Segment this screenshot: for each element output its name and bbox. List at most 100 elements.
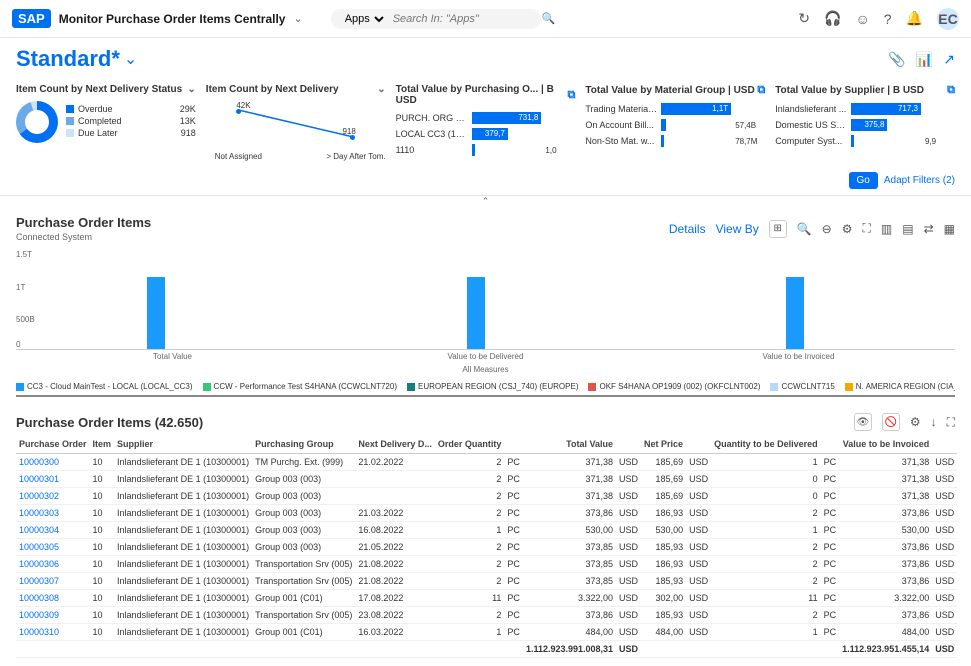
collapse-handle[interactable]: ⌃	[0, 195, 971, 207]
export-icon[interactable]: ↓	[931, 415, 937, 429]
legend-item[interactable]: EUROPEAN REGION (CSJ_740) (EUROPE)	[407, 382, 578, 391]
col-header[interactable]: Purchasing Group	[252, 435, 355, 454]
table-row[interactable]: 1000030210Inlandslieferant DE 1 (1030000…	[16, 488, 957, 505]
barchart-icon[interactable]: ▥	[881, 222, 892, 236]
legend-item[interactable]: CCWCLNT715	[770, 382, 834, 391]
cell[interactable]: 10000305	[16, 539, 90, 556]
cell[interactable]: 10000306	[16, 556, 90, 573]
bell-icon[interactable]: 🔔	[906, 10, 923, 27]
popout-icon[interactable]: ⧉	[757, 84, 765, 97]
bar-row[interactable]: Trading Material...1,1T	[585, 103, 765, 115]
legend-item[interactable]: OKF S4HANA OP1909 (002) (OKFCLNT002)	[588, 382, 760, 391]
bar-row[interactable]: Inlandslieferant ...717,3	[775, 103, 955, 115]
switch-icon[interactable]: ⇄	[924, 222, 934, 236]
pin-icon[interactable]: 📎	[888, 51, 905, 68]
col-header[interactable]: Purchase Order	[16, 435, 90, 454]
fullscreen-icon[interactable]: ⛶	[863, 221, 871, 236]
chevron-down-icon[interactable]: ⌄	[293, 12, 302, 25]
table-row[interactable]: 1000030110Inlandslieferant DE 1 (1030000…	[16, 471, 957, 488]
legend-item[interactable]: CC3 - Cloud MainTest - LOCAL (LOCAL_CC3)	[16, 382, 193, 391]
col-header[interactable]: Order Quantity	[435, 435, 505, 454]
cell[interactable]: 10000300	[16, 454, 90, 471]
table-row[interactable]: 1000031010Inlandslieferant DE 1 (1030000…	[16, 624, 957, 641]
bar-chart[interactable]: Inlandslieferant ...717,3 Domestic US Su.…	[775, 103, 955, 147]
zoomout-icon[interactable]: ⊖	[822, 222, 832, 236]
page-title[interactable]: Standard*	[16, 46, 120, 72]
bar-row[interactable]: LOCAL CC3 (17...379,7	[396, 128, 576, 140]
chart-bar[interactable]	[467, 277, 485, 349]
help-icon[interactable]: ?	[884, 11, 892, 27]
search-scope[interactable]: Apps	[341, 12, 387, 26]
chart-bar[interactable]	[147, 277, 165, 349]
col-header[interactable]	[821, 435, 840, 454]
share-icon[interactable]: ↗	[943, 51, 955, 68]
cell[interactable]: 10000304	[16, 522, 90, 539]
settings-icon[interactable]: ⚙	[842, 222, 853, 236]
chart-bar[interactable]	[786, 277, 804, 349]
search-icon[interactable]: 🔍	[542, 12, 556, 25]
table-row[interactable]: 1000030910Inlandslieferant DE 1 (1030000…	[16, 607, 957, 624]
settings-icon[interactable]: ⚙	[910, 415, 921, 429]
feedback-icon[interactable]: ☺	[855, 11, 869, 27]
col-header[interactable]	[932, 435, 957, 454]
bar-row[interactable]: On Account Bill...57,4B	[585, 119, 765, 131]
avatar[interactable]: EC	[937, 8, 959, 30]
adapt-filters-link[interactable]: Adapt Filters (2)	[884, 175, 955, 186]
col-header[interactable]: Quantity to be Delivered	[711, 435, 821, 454]
cell[interactable]: 10000301	[16, 471, 90, 488]
bar-row[interactable]: Non-Sto Mat. w...78,7M	[585, 135, 765, 147]
bar-chart[interactable]: Trading Material...1,1T On Account Bill..…	[585, 103, 765, 147]
headset-icon[interactable]: 🎧	[824, 10, 841, 27]
table-row[interactable]: 1000030710Inlandslieferant DE 1 (1030000…	[16, 573, 957, 590]
chart-area[interactable]: 1.5T 1T 500B 0	[16, 250, 955, 350]
details-link[interactable]: Details	[669, 222, 706, 236]
col-header[interactable]: Value to be Invoiced	[839, 435, 932, 454]
col-header[interactable]	[504, 435, 523, 454]
drilldown-icon[interactable]: ⊞	[769, 220, 787, 238]
chevron-down-icon[interactable]: ⌄	[377, 84, 385, 95]
bar-row[interactable]: PURCH. ORG 1...731,8	[396, 112, 576, 124]
cell[interactable]: 10000308	[16, 590, 90, 607]
zoomin-icon[interactable]: 🔍	[797, 222, 812, 236]
bar-chart[interactable]: PURCH. ORG 1...731,8 LOCAL CC3 (17...379,…	[396, 112, 576, 156]
col-header[interactable]: Total Value	[523, 435, 616, 454]
bar-row[interactable]: Computer Syst...9,9	[775, 135, 955, 147]
cell[interactable]: 10000302	[16, 488, 90, 505]
viewby-link[interactable]: View By	[716, 222, 759, 236]
legend-item[interactable]: Completed13K	[66, 116, 196, 126]
col-header[interactable]: Next Delivery D...	[355, 435, 435, 454]
table-row[interactable]: 1000030510Inlandslieferant DE 1 (1030000…	[16, 539, 957, 556]
go-button[interactable]: Go	[849, 172, 878, 189]
cell[interactable]: 10000309	[16, 607, 90, 624]
line-chart[interactable]: 42K 918 Not Assigned > Day After Tom.	[206, 101, 386, 151]
donut-chart[interactable]	[16, 101, 58, 143]
barchart2-icon[interactable]: ▤	[902, 222, 913, 236]
search-box[interactable]: Apps 🔍	[331, 9, 541, 29]
table-row[interactable]: 1000030310Inlandslieferant DE 1 (1030000…	[16, 505, 957, 522]
popout-icon[interactable]: ⧉	[568, 89, 576, 102]
bar-row[interactable]: Domestic US Su...375,8	[775, 119, 955, 131]
legend-item[interactable]: N. AMERICA REGION (CIA_740) (NORTHAM)	[845, 382, 955, 391]
col-header[interactable]	[686, 435, 711, 454]
cell[interactable]: 10000303	[16, 505, 90, 522]
tableview-icon[interactable]: ▦	[944, 222, 955, 236]
cell[interactable]: 10000307	[16, 573, 90, 590]
app-title[interactable]: Monitor Purchase Order Items Centrally	[59, 12, 286, 26]
popout-icon[interactable]: ⧉	[947, 84, 955, 97]
col-header[interactable]: Item	[90, 435, 115, 454]
hide-icon[interactable]: 🚫	[882, 413, 900, 431]
legend-item[interactable]: CCW - Performance Test S4HANA (CCWCLNT72…	[203, 382, 397, 391]
search-input[interactable]	[393, 13, 536, 25]
bar-row[interactable]: 11101,0	[396, 144, 576, 156]
expand-icon[interactable]: ⛶	[947, 415, 955, 430]
table-row[interactable]: 1000030610Inlandslieferant DE 1 (1030000…	[16, 556, 957, 573]
chevron-down-icon[interactable]: ⌄	[124, 49, 137, 69]
col-header[interactable]: Net Price	[641, 435, 686, 454]
refresh-icon[interactable]: ↻	[798, 10, 810, 27]
col-header[interactable]: Supplier	[114, 435, 252, 454]
cell[interactable]: 10000310	[16, 624, 90, 641]
legend-item[interactable]: Overdue29K	[66, 104, 196, 114]
legend-item[interactable]: Due Later918	[66, 128, 196, 138]
show-details-icon[interactable]: 👁	[854, 413, 872, 431]
table-row[interactable]: 1000030810Inlandslieferant DE 1 (1030000…	[16, 590, 957, 607]
